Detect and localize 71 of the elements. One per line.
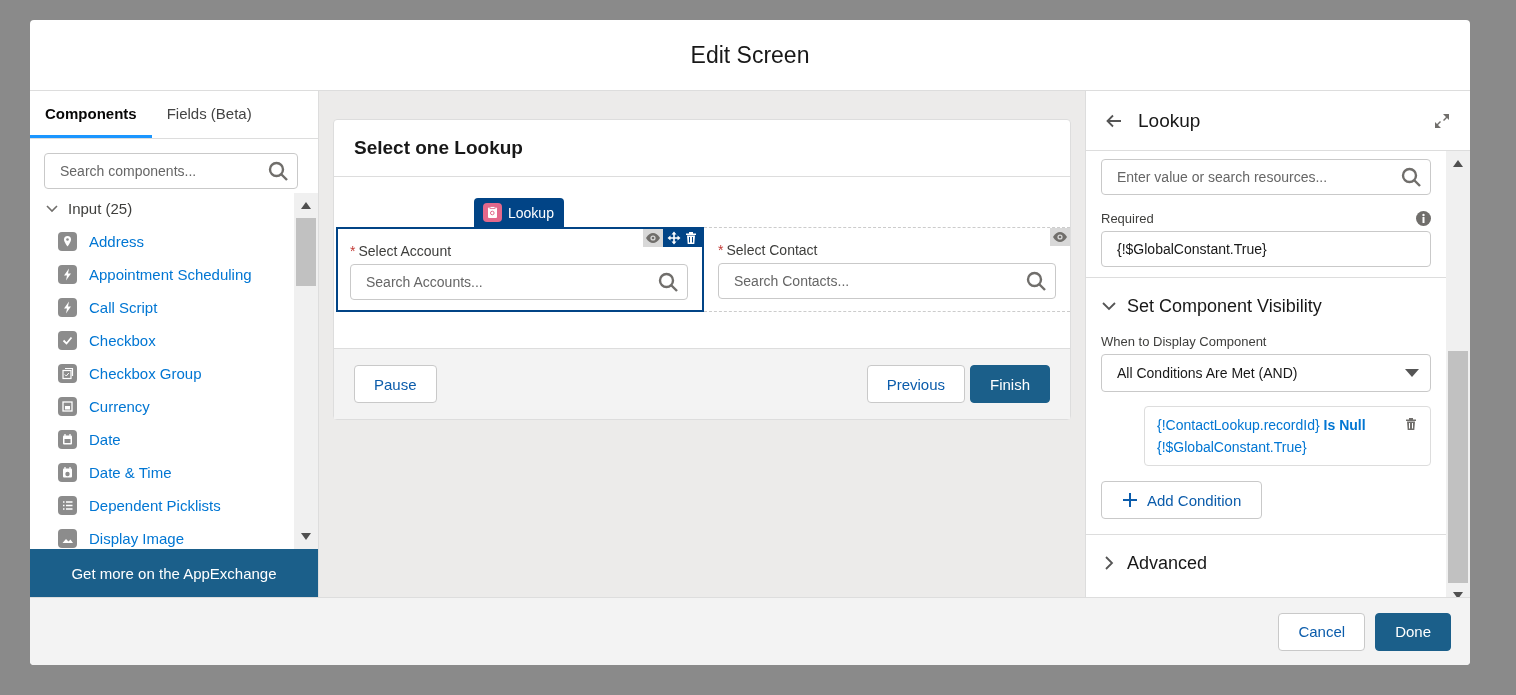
calendar-icon: [58, 430, 77, 449]
component-item[interactable]: Dependent Picklists: [58, 489, 294, 522]
image-icon: [58, 529, 77, 548]
condition-logic-dropdown[interactable]: All Conditions Are Met (AND): [1101, 354, 1431, 392]
lookup-component[interactable]: * Select Contact Search Contacts...: [704, 227, 1070, 312]
modal-title: Edit Screen: [690, 41, 810, 69]
component-item[interactable]: Appointment Scheduling: [58, 258, 294, 291]
section-header[interactable]: Set Component Visibility: [1086, 278, 1446, 334]
scrollbar[interactable]: [294, 193, 318, 549]
eye-icon[interactable]: [1050, 228, 1070, 246]
search-icon: [1401, 167, 1421, 187]
previous-button[interactable]: Previous: [866, 365, 965, 403]
done-button[interactable]: Done: [1375, 612, 1451, 651]
scroll-down-icon[interactable]: [301, 533, 311, 540]
component-tag-label: Lookup: [508, 204, 554, 221]
component-item[interactable]: Checkbox: [58, 324, 294, 357]
component-item[interactable]: Checkbox Group: [58, 357, 294, 390]
scroll-up-icon[interactable]: [1453, 160, 1463, 167]
required-field[interactable]: {!$GlobalConstant.True}: [1101, 231, 1431, 267]
checkmark-icon: [58, 331, 77, 350]
scroll-up-icon[interactable]: [301, 202, 311, 209]
checkbox-group-icon: [58, 364, 77, 383]
section-header[interactable]: Advanced: [1086, 535, 1446, 591]
plus-icon: [1122, 492, 1138, 508]
scroll-thumb[interactable]: [296, 218, 316, 286]
appexchange-button[interactable]: Get more on the AppExchange: [30, 549, 318, 597]
required-marker: *: [350, 243, 356, 259]
info-icon: [1416, 211, 1431, 226]
pin-icon: [58, 232, 77, 251]
search-icon: [1026, 271, 1046, 291]
lookup-field[interactable]: Search Accounts...: [350, 264, 688, 300]
add-condition-button[interactable]: Add Condition: [1101, 481, 1263, 519]
condition-text[interactable]: {!ContactLookup.recordId} Is Null {!$GlobalConstant.True}: [1157, 414, 1394, 458]
category-header[interactable]: Input (25): [44, 193, 133, 223]
lightning-icon: [58, 298, 77, 317]
eye-icon[interactable]: [643, 229, 663, 247]
pause-button[interactable]: Pause: [354, 365, 437, 403]
scrollbar[interactable]: [1446, 151, 1470, 597]
component-item[interactable]: Date: [58, 423, 294, 456]
lookup-field[interactable]: Search Contacts...: [718, 263, 1056, 299]
lightning-icon: [58, 265, 77, 284]
move-icon[interactable]: [667, 231, 681, 245]
component-item[interactable]: Address: [58, 225, 294, 258]
panel-title: Lookup: [1138, 109, 1202, 132]
square-icon: [58, 397, 77, 416]
panel-tab[interactable]: Fields (Beta): [151, 91, 267, 138]
panel-tab[interactable]: Components: [30, 91, 152, 138]
search-icon: [658, 272, 678, 292]
screen-title: Select one Lookup: [354, 137, 523, 159]
selected-component[interactable]: * Select Account Search Accounts...: [336, 227, 704, 312]
trash-icon[interactable]: [1404, 417, 1418, 431]
search-field[interactable]: Search components...: [44, 153, 298, 189]
list-icon: [58, 496, 77, 515]
field-label: Select Account: [358, 243, 452, 259]
scroll-thumb[interactable]: [1448, 351, 1468, 583]
calendar-clock-icon: [58, 463, 77, 482]
field-label: When to Display Component: [1101, 334, 1268, 349]
component-item[interactable]: Date & Time: [58, 456, 294, 489]
component-item[interactable]: Display Image: [58, 522, 294, 549]
value-field[interactable]: Enter value or search resources...: [1101, 159, 1431, 195]
finish-button[interactable]: Finish: [970, 365, 1050, 403]
component-item[interactable]: Call Script: [58, 291, 294, 324]
cancel-button[interactable]: Cancel: [1278, 612, 1366, 651]
search-icon: [268, 161, 288, 181]
component-item[interactable]: Currency: [58, 390, 294, 423]
field-label: Required: [1101, 211, 1154, 226]
field-label: Select Contact: [726, 242, 818, 258]
scroll-down-icon[interactable]: [1453, 592, 1463, 599]
trash-icon[interactable]: [684, 231, 698, 245]
required-marker: *: [718, 242, 724, 258]
clipboard-icon: [483, 203, 502, 222]
